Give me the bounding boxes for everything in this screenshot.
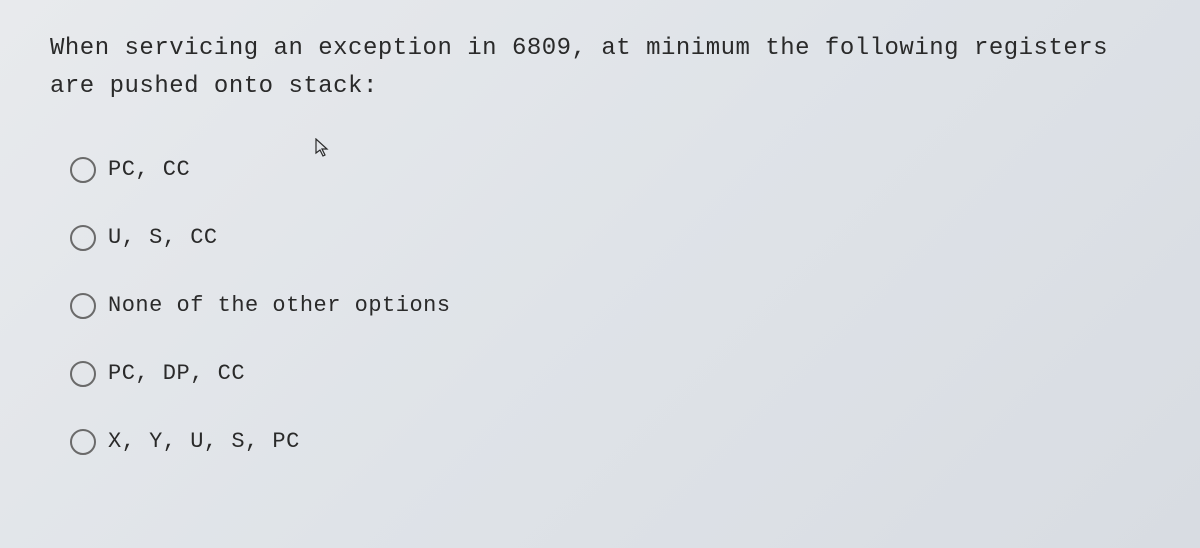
option-label: X, Y, U, S, PC — [108, 429, 300, 454]
radio-icon — [70, 293, 96, 319]
option-0[interactable]: PC, CC — [70, 157, 1150, 183]
option-label: None of the other options — [108, 293, 451, 318]
option-3[interactable]: PC, DP, CC — [70, 361, 1150, 387]
option-1[interactable]: U, S, CC — [70, 225, 1150, 251]
option-label: U, S, CC — [108, 225, 218, 250]
option-label: PC, CC — [108, 157, 190, 182]
question-text: When servicing an exception in 6809, at … — [50, 30, 1150, 107]
radio-icon — [70, 157, 96, 183]
cursor-icon — [315, 138, 331, 158]
radio-icon — [70, 361, 96, 387]
radio-icon — [70, 429, 96, 455]
option-label: PC, DP, CC — [108, 361, 245, 386]
option-4[interactable]: X, Y, U, S, PC — [70, 429, 1150, 455]
radio-icon — [70, 225, 96, 251]
option-2[interactable]: None of the other options — [70, 293, 1150, 319]
options-list: PC, CC U, S, CC None of the other option… — [50, 157, 1150, 455]
